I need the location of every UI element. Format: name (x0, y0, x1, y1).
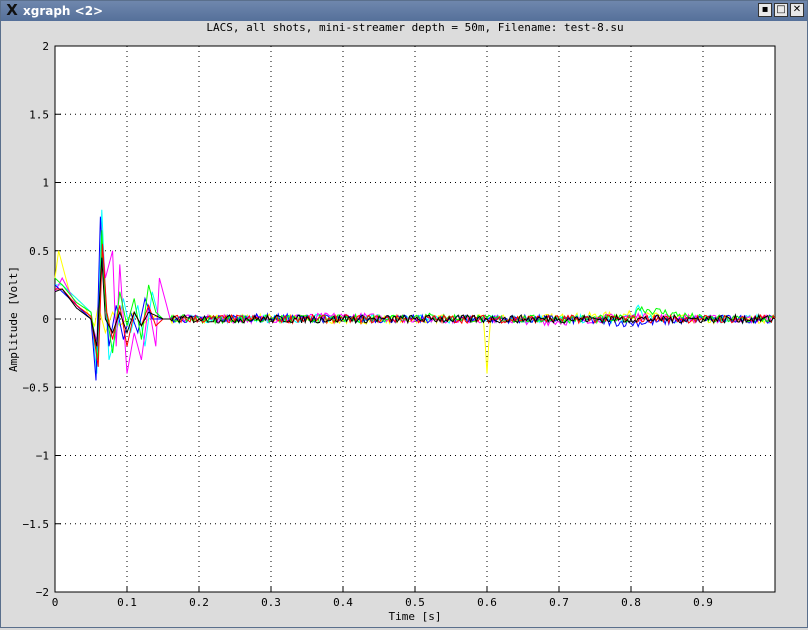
y-tick-label: −2 (36, 586, 49, 599)
y-axis-label: Amplitude [Volt] (7, 266, 20, 372)
x-tick-label: 0.2 (189, 596, 209, 609)
minimize-icon[interactable]: ▪ (758, 3, 772, 17)
x-tick-label: 0.6 (477, 596, 497, 609)
chart-title: LACS, all shots, mini-streamer depth = 5… (206, 22, 623, 34)
title-bar[interactable]: X xgraph <2> ▪ □ ✕ (1, 1, 807, 21)
window-title: xgraph <2> (23, 4, 104, 18)
chart-svg: LACS, all shots, mini-streamer depth = 5… (7, 21, 776, 623)
y-tick-label: 0.5 (29, 245, 49, 258)
x-tick-label: 0.5 (405, 596, 425, 609)
y-tick-labels: 2 1.5 1 0.5 0 −0.5 −1 −1.5 −2 (23, 40, 50, 599)
y-tick-label: −1 (36, 450, 49, 463)
x-tick-label: 0.3 (261, 596, 281, 609)
x-tick-labels: 0 0.1 0.2 0.3 0.4 0.5 0.6 0.7 0.8 0.9 (52, 596, 713, 609)
xgraph-window: X xgraph <2> ▪ □ ✕ LACS, all shots, mini… (0, 0, 808, 628)
x-logo-icon[interactable]: X (4, 2, 20, 18)
close-icon[interactable]: ✕ (790, 3, 804, 17)
maximize-icon[interactable]: □ (774, 3, 788, 17)
x-axis-label: Time [s] (389, 610, 442, 623)
y-tick-label: −1.5 (23, 518, 50, 531)
y-tick-label: 0 (42, 313, 49, 326)
y-tick-label: 1 (42, 177, 49, 190)
x-tick-label: 0.8 (621, 596, 641, 609)
x-tick-label: 0.9 (693, 596, 713, 609)
chart-area: LACS, all shots, mini-streamer depth = 5… (2, 21, 807, 626)
x-tick-label: 0 (52, 596, 59, 609)
x-tick-label: 0.1 (117, 596, 137, 609)
x-tick-label: 0.4 (333, 596, 353, 609)
x-tick-label: 0.7 (549, 596, 569, 609)
y-tick-label: 2 (42, 40, 49, 53)
y-tick-label: 1.5 (29, 108, 49, 121)
y-tick-label: −0.5 (23, 381, 50, 394)
